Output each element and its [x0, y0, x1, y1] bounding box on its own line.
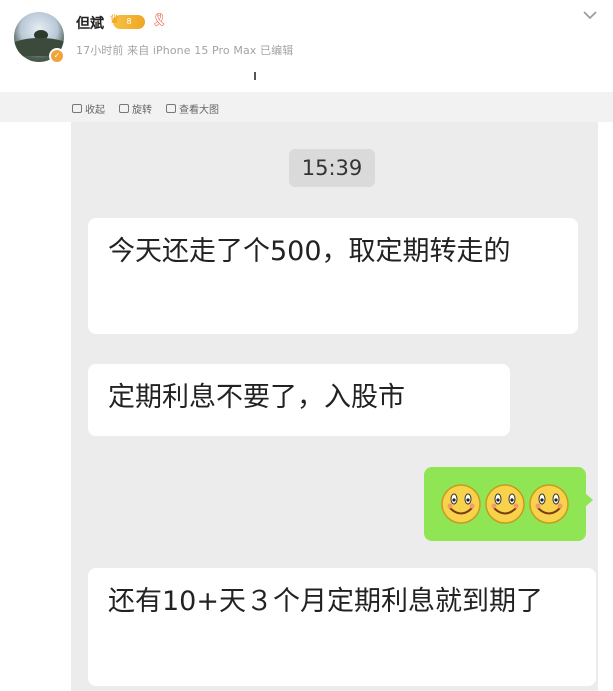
post-meta: 17小时前 来自 iPhone 15 Pro Max 已编辑	[76, 44, 294, 57]
text-cursor-mark	[254, 72, 256, 80]
rotate-icon	[119, 104, 129, 113]
username[interactable]: 但斌	[76, 13, 104, 33]
post-header: ✓ 但斌 ♛ 8 🎗 17小时前 来自 iPhone 15 Pro Max 已编…	[0, 0, 613, 92]
smile-emoji-icon	[529, 484, 569, 524]
chat-screenshot[interactable]: 15:39 今天还走了个500，取定期转走的 定期利息不要了，入股市 还有10+…	[71, 122, 598, 691]
medal-icon: 🎗	[151, 13, 168, 28]
message-bubble-left: 定期利息不要了，入股市	[88, 364, 510, 436]
crown-icon: ♛	[109, 12, 120, 26]
collapse-button[interactable]: 收起	[72, 101, 105, 116]
message-bubble-left: 今天还走了个500，取定期转走的	[88, 218, 578, 334]
view-large-image-label: 查看大图	[179, 105, 219, 116]
view-large-image-icon	[166, 104, 176, 113]
message-bubble-right	[424, 467, 593, 541]
vip-badge: ♛ 8	[109, 12, 145, 29]
vip-level: 8	[126, 17, 132, 26]
verified-badge-icon: ✓	[49, 48, 65, 64]
smile-emoji-icon	[441, 484, 481, 524]
message-bubble-left: 还有10+天３个月定期利息就到期了	[88, 568, 596, 686]
smile-emoji-icon	[485, 484, 525, 524]
chat-timestamp: 15:39	[289, 149, 375, 187]
collapse-label: 收起	[85, 105, 105, 116]
collapse-icon	[72, 104, 82, 113]
chevron-down-icon[interactable]	[581, 8, 599, 22]
rotate-button[interactable]: 旋转	[119, 101, 152, 116]
view-large-image-button[interactable]: 查看大图	[166, 101, 219, 116]
image-actions: 收起 旋转 查看大图	[72, 101, 219, 116]
rotate-label: 旋转	[132, 105, 152, 116]
